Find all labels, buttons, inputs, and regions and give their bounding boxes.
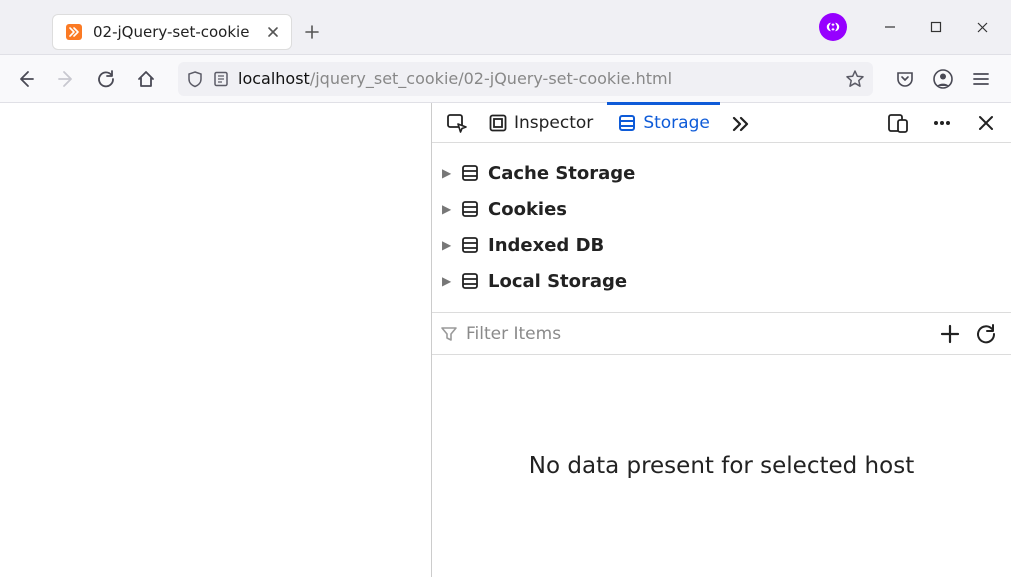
caret-right-icon: ▶ <box>442 166 452 180</box>
storage-tree: ▶ Cache Storage ▶ Cookies ▶ <box>432 143 1011 313</box>
tree-item-local-storage[interactable]: ▶ Local Storage <box>440 263 1003 299</box>
nodata-message: No data present for selected host <box>529 453 914 479</box>
element-picker-icon[interactable] <box>440 106 474 140</box>
home-button[interactable] <box>130 63 162 95</box>
db-icon <box>460 235 480 255</box>
tree-label: Cookies <box>488 199 567 220</box>
storage-filter-bar <box>432 313 1011 355</box>
url-path: /jquery_set_cookie/02-jQuery-set-cookie.… <box>310 69 672 88</box>
shield-icon[interactable] <box>186 70 204 88</box>
browser-toolbar: localhost/jquery_set_cookie/02-jQuery-se… <box>0 55 1011 103</box>
caret-right-icon: ▶ <box>442 238 452 252</box>
extension-badge-icon[interactable] <box>819 13 847 41</box>
url-bar[interactable]: localhost/jquery_set_cookie/02-jQuery-se… <box>178 62 873 96</box>
tab-storage-label: Storage <box>643 113 710 133</box>
pocket-icon[interactable] <box>889 63 921 95</box>
inspector-icon <box>488 113 508 133</box>
storage-content: No data present for selected host <box>432 355 1011 577</box>
filter-icon <box>440 325 458 343</box>
tree-item-indexed-db[interactable]: ▶ Indexed DB <box>440 227 1003 263</box>
refresh-button[interactable] <box>975 323 997 345</box>
tab-storage[interactable]: Storage <box>607 103 720 143</box>
tree-item-cookies[interactable]: ▶ Cookies <box>440 191 1003 227</box>
tree-label: Cache Storage <box>488 163 635 184</box>
tabs-overflow-icon[interactable] <box>724 106 758 140</box>
tab-title: 02-jQuery-set-cookie <box>93 23 257 41</box>
browser-titlebar: 02-jQuery-set-cookie <box>0 0 1011 55</box>
reload-button[interactable] <box>90 63 122 95</box>
url-host: localhost <box>238 69 310 88</box>
nav-forward-button[interactable] <box>50 63 82 95</box>
caret-right-icon: ▶ <box>442 202 452 216</box>
tree-item-cache-storage[interactable]: ▶ Cache Storage <box>440 155 1003 191</box>
page-content <box>0 103 431 577</box>
window-maximize-button[interactable] <box>913 4 959 50</box>
window-minimize-button[interactable] <box>867 4 913 50</box>
tree-label: Local Storage <box>488 271 627 292</box>
add-item-button[interactable] <box>939 323 961 345</box>
filter-input[interactable] <box>466 324 931 344</box>
db-icon <box>460 163 480 183</box>
app-menu-icon[interactable] <box>965 63 997 95</box>
browser-tab[interactable]: 02-jQuery-set-cookie <box>52 14 292 50</box>
devtools-tabbar: Inspector Storage <box>432 103 1011 143</box>
page-info-icon[interactable] <box>212 70 230 88</box>
account-icon[interactable] <box>927 63 959 95</box>
tab-inspector[interactable]: Inspector <box>478 103 603 143</box>
new-tab-button[interactable] <box>304 24 320 40</box>
bookmark-star-icon[interactable] <box>845 69 865 89</box>
tab-inspector-label: Inspector <box>514 113 593 133</box>
storage-icon <box>617 113 637 133</box>
devtools-panel: Inspector Storage <box>431 103 1011 577</box>
nav-back-button[interactable] <box>10 63 42 95</box>
window-close-button[interactable] <box>959 4 1005 50</box>
db-icon <box>460 271 480 291</box>
tab-favicon-icon <box>65 23 83 41</box>
devtools-close-icon[interactable] <box>969 106 1003 140</box>
kebab-menu-icon[interactable] <box>925 106 959 140</box>
tab-close-icon[interactable] <box>267 26 279 38</box>
db-icon <box>460 199 480 219</box>
url-text[interactable]: localhost/jquery_set_cookie/02-jQuery-se… <box>238 69 837 88</box>
caret-right-icon: ▶ <box>442 274 452 288</box>
tree-label: Indexed DB <box>488 235 604 256</box>
responsive-mode-icon[interactable] <box>881 106 915 140</box>
